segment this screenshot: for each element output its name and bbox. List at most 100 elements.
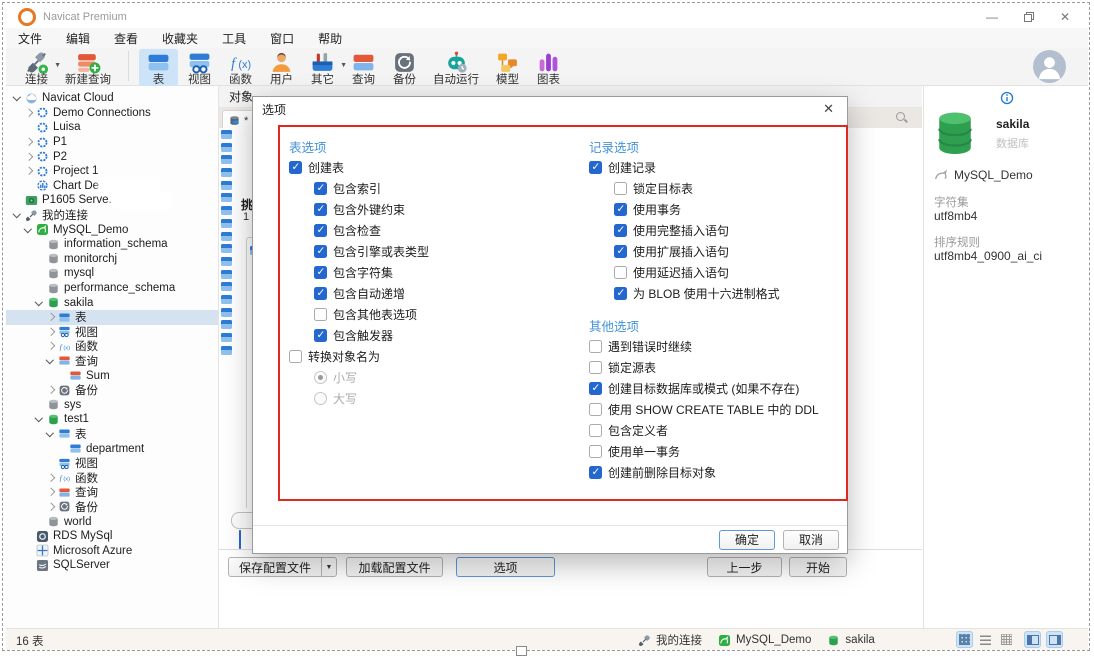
option-use-show-create-table-ddl[interactable]: 使用 SHOW CREATE TABLE 中的 DDL (589, 399, 859, 420)
menu-file[interactable]: 文件 (18, 30, 42, 47)
checkbox-include-checks[interactable] (314, 224, 327, 237)
expander-icon[interactable] (45, 355, 56, 366)
radio-lowercase[interactable]: 小写 (289, 367, 559, 388)
sidebar-item-information-schema[interactable]: information_schema (6, 237, 218, 252)
menu-edit[interactable]: 编辑 (66, 30, 90, 47)
toggle-right-panel-button[interactable] (1046, 631, 1063, 648)
status-sakila[interactable]: sakila (827, 634, 874, 647)
tab-objects[interactable]: 对象 (219, 88, 253, 105)
expander-icon[interactable] (23, 166, 34, 177)
checkbox-use-extended-insert[interactable] (614, 245, 627, 258)
expander-icon[interactable] (23, 137, 34, 148)
checkbox-use-complete-insert[interactable] (614, 224, 627, 237)
checkbox-include-auto-increment[interactable] (314, 287, 327, 300)
restore-button[interactable] (1024, 12, 1034, 22)
expander-icon[interactable] (23, 151, 34, 162)
checkbox-use-transaction[interactable] (614, 203, 627, 216)
option-include-auto-increment[interactable]: 包含自动递增 (289, 283, 559, 304)
detail-view-button[interactable] (998, 631, 1015, 648)
option-use-transaction[interactable]: 使用事务 (589, 199, 859, 220)
toolbar-chart-button[interactable]: 图表 (529, 49, 568, 86)
expander-icon[interactable] (45, 326, 56, 337)
checkbox-drop-target-before-create[interactable] (589, 466, 602, 479)
sidebar-item-my-connections[interactable]: 我的连接 (6, 208, 218, 223)
option-create-tables[interactable]: 创建表 (289, 157, 559, 178)
sidebar-item-sakila-views[interactable]: 视图 (6, 325, 218, 340)
radio-button-uppercase[interactable] (314, 392, 327, 405)
expander-icon[interactable] (23, 224, 34, 235)
option-lock-target-tables[interactable]: 锁定目标表 (589, 178, 859, 199)
option-use-hex-for-blob[interactable]: 为 BLOB 使用十六进制格式 (589, 283, 859, 304)
checkbox-include-foreign-keys[interactable] (314, 203, 327, 216)
sidebar-item-world[interactable]: world (6, 514, 218, 529)
toolbar-model-button[interactable]: 模型 (488, 49, 527, 86)
load-profile-button[interactable]: 加载配置文件 (346, 557, 443, 577)
grid-view-button[interactable] (956, 631, 973, 648)
checkbox-create-target-database[interactable] (589, 382, 602, 395)
checkbox-continue-on-error[interactable] (589, 340, 602, 353)
expander-icon[interactable] (34, 414, 45, 425)
expander-icon[interactable] (45, 312, 56, 323)
expander-icon[interactable] (45, 428, 56, 439)
sidebar-item-test1-backups[interactable]: 备份 (6, 500, 218, 515)
expander-icon[interactable] (12, 210, 23, 221)
wizard-checkbox-fragment[interactable] (239, 530, 241, 549)
option-use-complete-insert[interactable]: 使用完整插入语句 (589, 220, 859, 241)
checkbox-include-indexes[interactable] (314, 182, 327, 195)
option-convert-object-names[interactable]: 转换对象名为 (289, 346, 559, 367)
start-button[interactable]: 开始 (789, 557, 847, 577)
checkbox-use-single-transaction[interactable] (589, 445, 602, 458)
checkbox-lock-target-tables[interactable] (614, 182, 627, 195)
option-drop-target-before-create[interactable]: 创建前删除目标对象 (589, 462, 859, 483)
sidebar-item-p1605-server[interactable]: P1605 Serve. (6, 193, 218, 208)
close-button[interactable]: ✕ (1060, 11, 1070, 23)
sidebar-item-test1[interactable]: test1 (6, 412, 218, 427)
user-avatar[interactable] (1033, 50, 1066, 83)
search-icon[interactable] (896, 112, 908, 124)
sidebar-item-sys[interactable]: sys (6, 397, 218, 412)
sidebar-item-rds-mysql[interactable]: RDS MySql (6, 529, 218, 544)
checkbox-include-triggers[interactable] (314, 329, 327, 342)
menu-window[interactable]: 窗口 (270, 30, 294, 47)
expander-icon[interactable] (45, 385, 56, 396)
toolbar-query-button[interactable]: 查询 (344, 49, 383, 86)
sidebar-item-sum[interactable]: Sum (6, 368, 218, 383)
checkbox-include-other-table-options[interactable] (314, 308, 327, 321)
option-include-indexes[interactable]: 包含索引 (289, 178, 559, 199)
sidebar-item-test1-functions[interactable]: f(x)函数 (6, 470, 218, 485)
option-use-extended-insert[interactable]: 使用扩展插入语句 (589, 241, 859, 262)
ok-button[interactable]: 确定 (719, 530, 775, 550)
minimize-button[interactable]: — (986, 11, 998, 23)
menu-tools[interactable]: 工具 (222, 30, 246, 47)
sidebar-item-luisa[interactable]: Luisa (6, 120, 218, 135)
sidebar-item-test1-tables[interactable]: 表 (6, 427, 218, 442)
sidebar-item-sqlserver[interactable]: SQLServer (6, 558, 218, 573)
checkbox-use-hex-for-blob[interactable] (614, 287, 627, 300)
toolbar-connect-button[interactable]: 连接▼ (17, 49, 56, 86)
toolbar-others-button[interactable]: 其它▼ (303, 49, 342, 86)
expander-icon[interactable] (45, 501, 56, 512)
option-include-checks[interactable]: 包含检查 (289, 220, 559, 241)
sidebar-item-sakila[interactable]: sakila (6, 295, 218, 310)
list-view-button[interactable] (977, 631, 994, 648)
sidebar-item-p1[interactable]: P1 (6, 135, 218, 150)
sidebar-item-mysql[interactable]: mysql (6, 266, 218, 281)
sidebar-item-test1-queries[interactable]: 查询 (6, 485, 218, 500)
expander-icon[interactable] (45, 341, 56, 352)
status-mysql-demo[interactable]: MySQL_Demo (718, 634, 811, 647)
checkbox-create-tables[interactable] (289, 161, 302, 174)
toolbar-automation-button[interactable]: 自动运行 (426, 49, 486, 86)
sidebar-item-navicat-cloud[interactable]: Navicat Cloud (6, 91, 218, 106)
expander-icon[interactable] (45, 472, 56, 483)
option-include-foreign-keys[interactable]: 包含外键约束 (289, 199, 559, 220)
expander-icon[interactable] (34, 297, 45, 308)
menu-favorites[interactable]: 收藏夹 (162, 30, 198, 47)
options-button[interactable]: 选项 (456, 557, 555, 577)
toolbar-view-button[interactable]: 视图 (180, 49, 219, 86)
option-include-triggers[interactable]: 包含触发器 (289, 325, 559, 346)
expander-icon[interactable] (45, 487, 56, 498)
menu-help[interactable]: 帮助 (318, 30, 342, 47)
option-include-definers[interactable]: 包含定义者 (589, 420, 859, 441)
radio-uppercase[interactable]: 大写 (289, 388, 559, 409)
sidebar-item-monitorchj[interactable]: monitorchj (6, 252, 218, 267)
